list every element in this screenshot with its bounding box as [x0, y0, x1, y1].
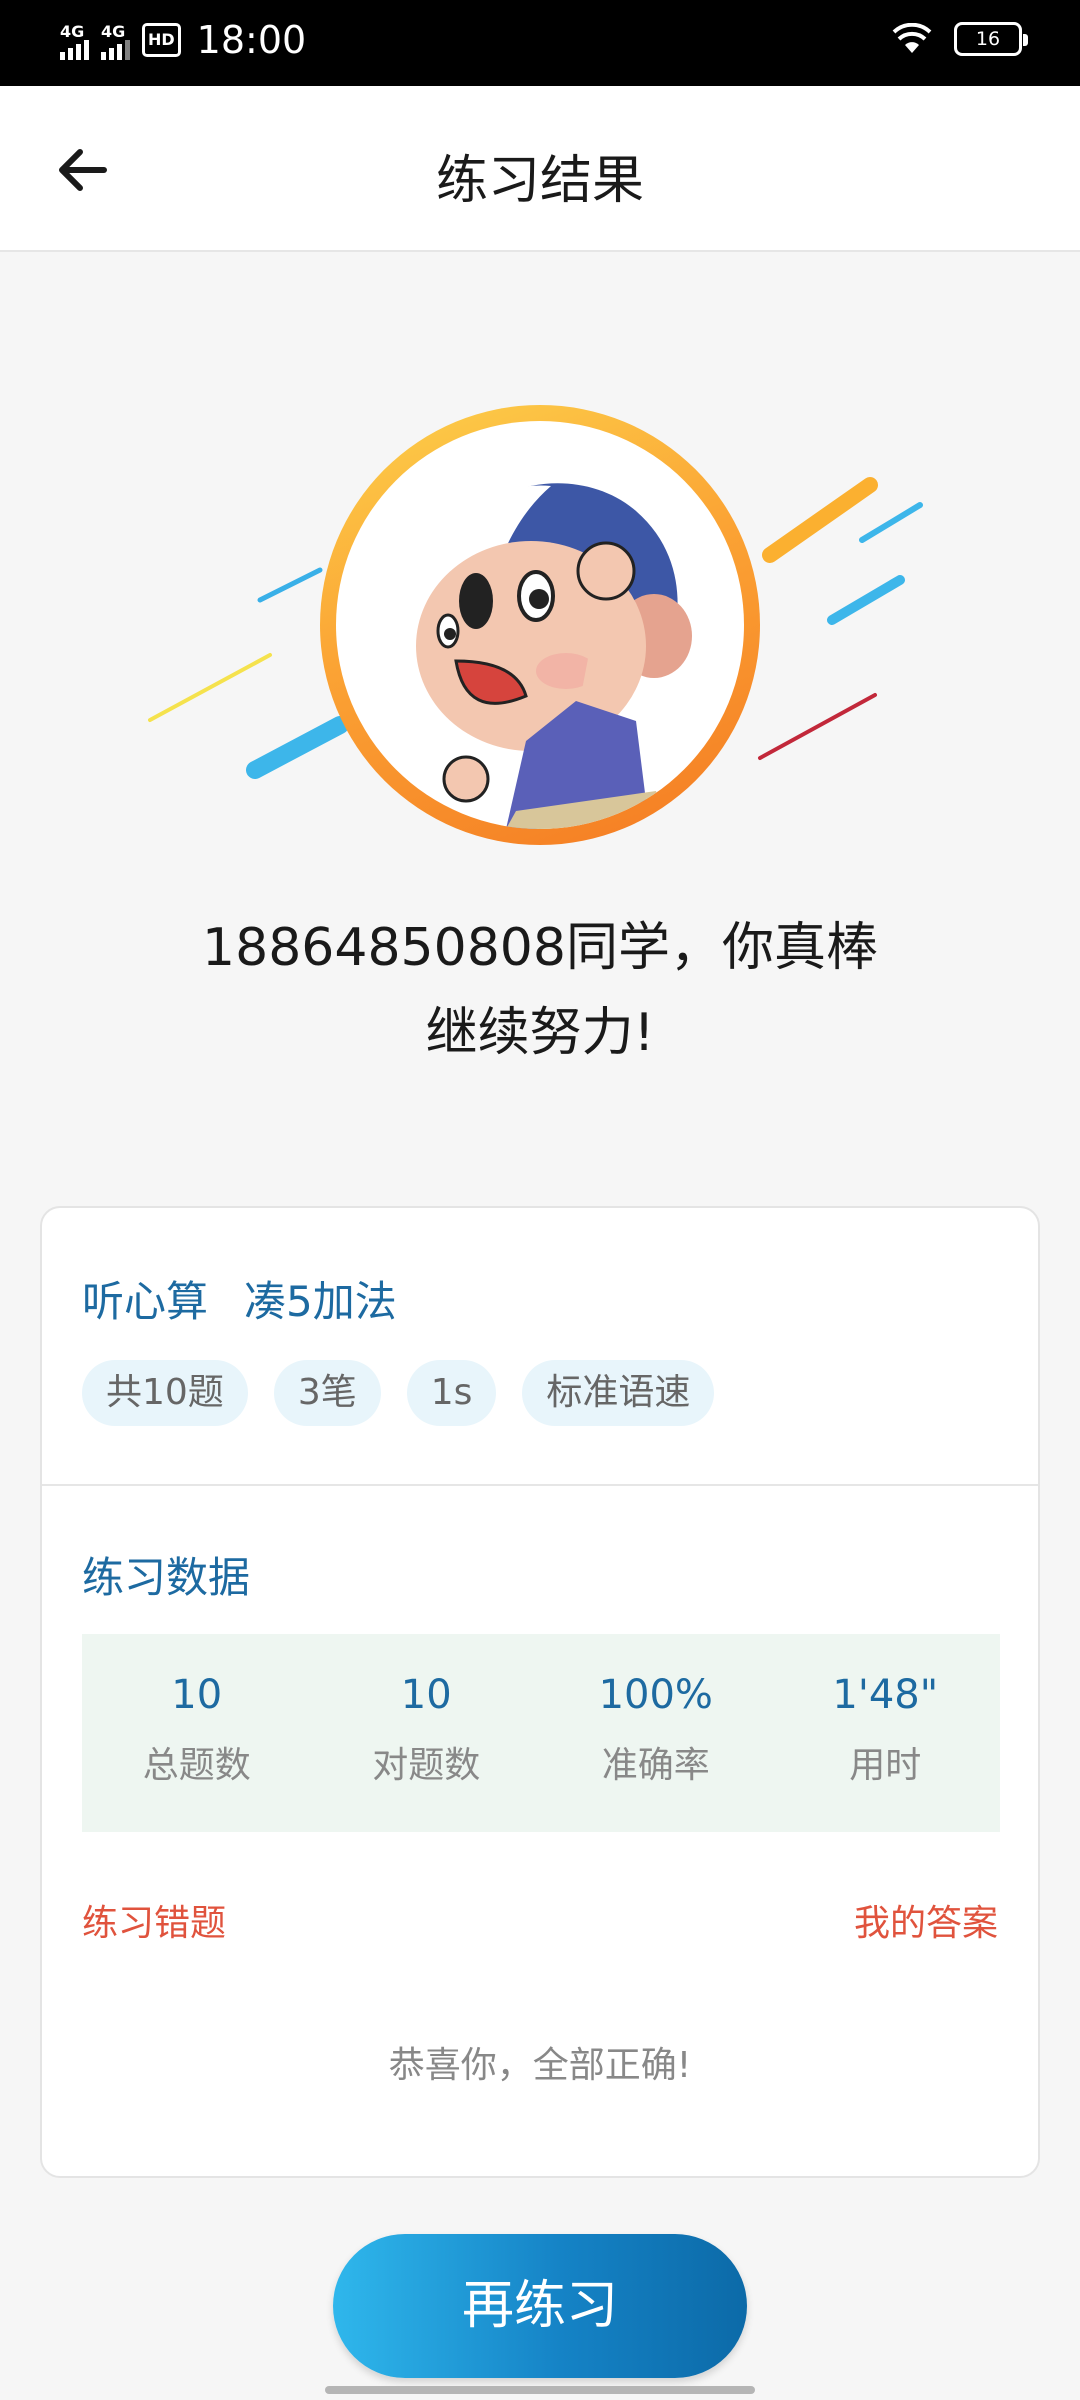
tag-strokes: 3笔 [273, 1360, 381, 1426]
stat-label: 用时 [849, 1745, 922, 1786]
home-indicator[interactable] [325, 2386, 755, 2394]
stat-value: 100% [598, 1672, 713, 1718]
signal-icon: 4G [60, 20, 89, 60]
stat-value: 10 [400, 1672, 452, 1718]
result-card: 听心算 凑5加法 共10题 3笔 1s 标准语速 练习数据 10 总题数 10 对… [40, 1206, 1040, 2178]
stat-correct: 10 对题数 [312, 1634, 542, 1832]
app-header: 练习结果 [0, 86, 1080, 252]
greeting-line-1: 18864850808同学，你真棒 [202, 918, 878, 978]
stats-panel: 10 总题数 10 对题数 100% 准确率 1'48" 用时 [82, 1634, 1000, 1832]
stat-total: 10 总题数 [82, 1634, 312, 1832]
hero-illustration [140, 380, 940, 860]
hd-voice-icon: HD [142, 23, 181, 57]
signal-label: 4G [60, 22, 85, 41]
stat-time: 1'48" 用时 [771, 1634, 1001, 1832]
avatar [320, 405, 760, 845]
stat-value: 1'48" [832, 1672, 939, 1718]
practice-again-button[interactable]: 再练习 [333, 2234, 747, 2378]
wrong-questions-label: 练习错题 [82, 1903, 227, 1944]
cartoon-boy-icon [416, 483, 692, 829]
status-bar: 4G 4G HD 18:00 16 [0, 0, 1080, 86]
stats-title: 练习数据 [82, 1553, 251, 1602]
tag-speed: 标准语速 [522, 1360, 715, 1426]
greeting-line-2: 继续努力! [425, 1003, 655, 1063]
wifi-icon [892, 23, 932, 53]
battery-icon: 16 [954, 22, 1028, 56]
divider [42, 1484, 1038, 1486]
all-correct-message: 恭喜你，全部正确! [388, 2045, 692, 2086]
practice-tags: 共10题 3笔 1s 标准语速 [82, 1360, 715, 1426]
stat-label: 准确率 [601, 1745, 710, 1786]
practice-type: 听心算 [82, 1277, 209, 1326]
wrong-answers-header: 练习错题 我的答案 [82, 1894, 998, 1946]
my-answers-label: 我的答案 [853, 1903, 998, 1944]
stat-label: 总题数 [142, 1745, 251, 1786]
battery-level: 16 [975, 28, 1001, 50]
page-title: 练习结果 [435, 151, 644, 211]
tag-interval: 1s [406, 1360, 497, 1426]
signal-icon-2: 4G [101, 20, 130, 60]
practice-topic: 凑5加法 [244, 1277, 397, 1326]
tag-question-count: 共10题 [82, 1360, 248, 1426]
status-time: 18:00 [196, 18, 307, 62]
stat-value: 10 [171, 1672, 223, 1718]
signal-label-2: 4G [101, 22, 126, 41]
stat-label: 对题数 [372, 1745, 481, 1786]
practice-info: 听心算 凑5加法 [82, 1268, 397, 1329]
stat-accuracy: 100% 准确率 [541, 1634, 771, 1832]
